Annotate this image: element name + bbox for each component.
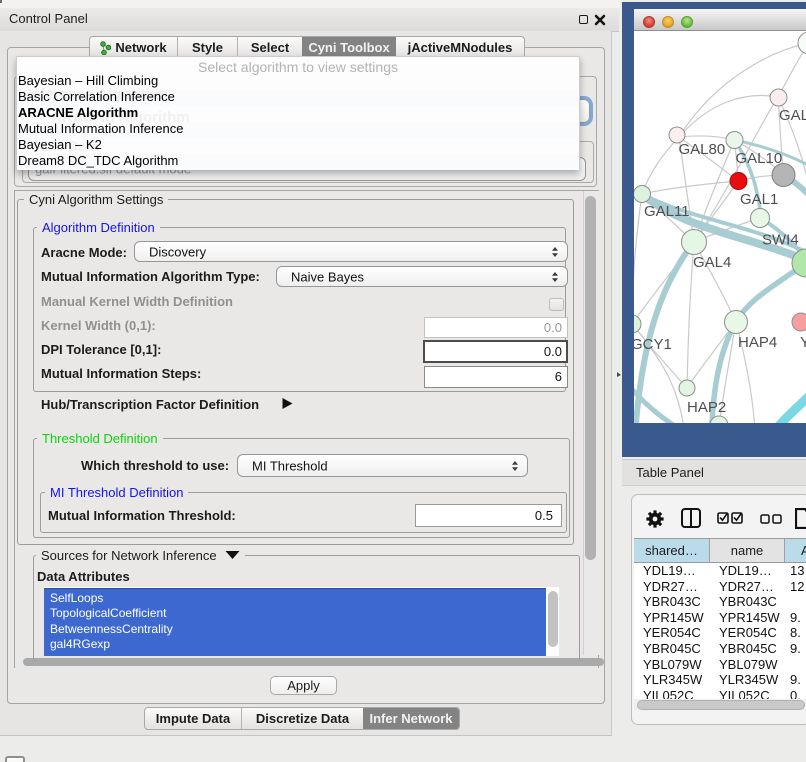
svg-text:Y: Y (800, 334, 806, 351)
svg-text:GAL11: GAL11 (644, 203, 690, 220)
svg-text:GAL10: GAL10 (736, 150, 783, 167)
svg-text:GAL80: GAL80 (679, 141, 726, 158)
svg-text:HAP4: HAP4 (738, 334, 777, 351)
svg-text:HAP2: HAP2 (687, 399, 726, 416)
svg-text:GAL1: GAL1 (740, 191, 778, 208)
svg-text:SWI4: SWI4 (762, 232, 799, 249)
svg-text:GAL4: GAL4 (693, 254, 731, 271)
svg-text:GAL8: GAL8 (779, 107, 806, 124)
svg-text:GCY1: GCY1 (634, 336, 672, 353)
